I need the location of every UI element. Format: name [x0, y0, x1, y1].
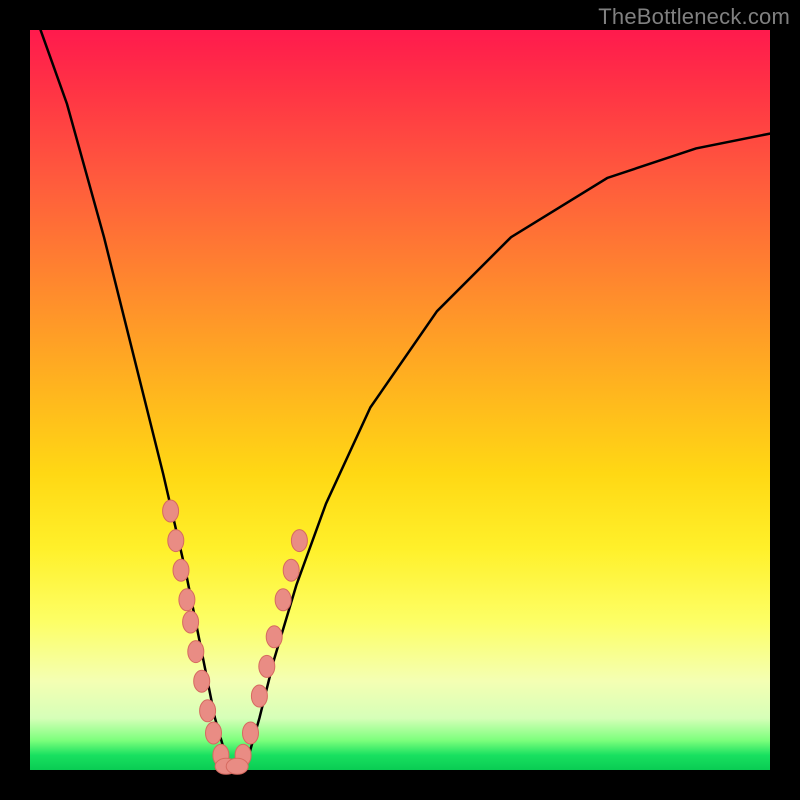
curve-marker [183, 611, 199, 633]
curve-marker [168, 530, 184, 552]
curve-marker [275, 589, 291, 611]
chart-svg [30, 30, 770, 770]
curve-marker [173, 559, 189, 581]
curve-marker [179, 589, 195, 611]
curve-markers [163, 500, 308, 774]
curve-marker [194, 670, 210, 692]
curve-marker [283, 559, 299, 581]
curve-marker [188, 641, 204, 663]
curve-marker [251, 685, 267, 707]
curve-marker [206, 722, 222, 744]
curve-marker [291, 530, 307, 552]
curve-marker [243, 722, 259, 744]
bottleneck-curve [30, 0, 770, 770]
chart-frame: TheBottleneck.com [0, 0, 800, 800]
curve-marker [226, 758, 248, 774]
curve-marker [266, 626, 282, 648]
curve-marker [259, 655, 275, 677]
curve-marker [200, 700, 216, 722]
curve-marker [163, 500, 179, 522]
plot-area [30, 30, 770, 770]
watermark-text: TheBottleneck.com [598, 4, 790, 30]
